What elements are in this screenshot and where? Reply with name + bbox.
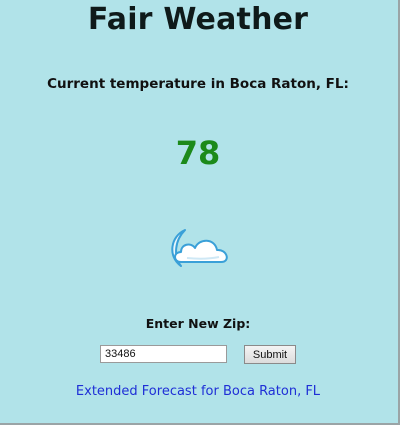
temperature-value: 78 (175, 134, 221, 172)
zip-label: Enter New Zip: (145, 316, 251, 331)
extended-forecast-link[interactable]: Extended Forecast for Boca Raton, FL (0, 384, 396, 399)
submit-button[interactable]: Submit (244, 345, 296, 364)
partly-cloudy-night-icon (163, 222, 235, 270)
current-temperature-label: Current temperature in Boca Raton, FL: (47, 76, 349, 92)
zip-input[interactable] (100, 345, 227, 363)
page-title: Fair Weather (87, 2, 309, 37)
